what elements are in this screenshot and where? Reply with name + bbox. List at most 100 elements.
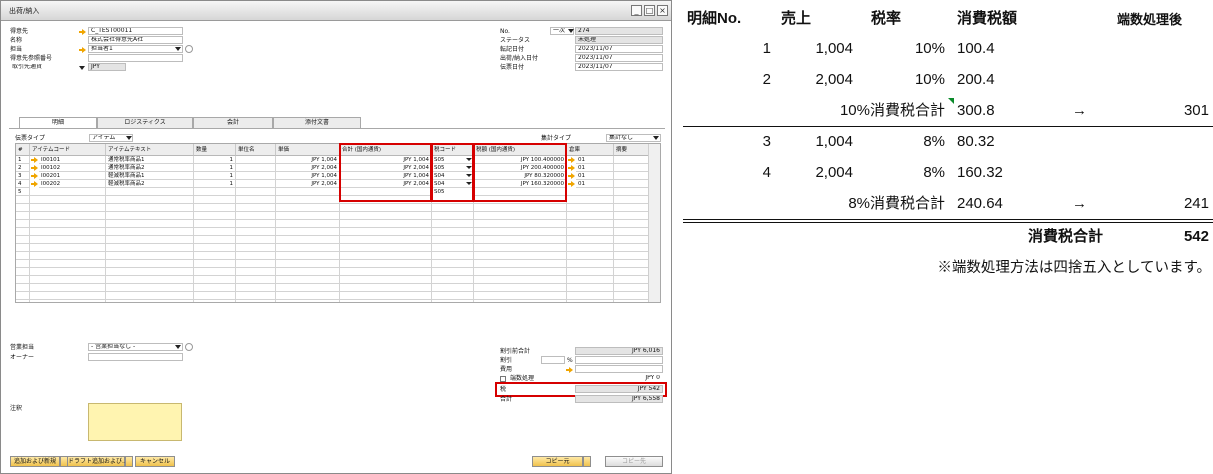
- column-header-quantity[interactable]: 数量: [194, 144, 236, 156]
- link-arrow-icon[interactable]: [31, 157, 38, 163]
- grid-empty-cell[interactable]: [16, 196, 30, 204]
- grid-cell-quantity[interactable]: 1: [194, 172, 236, 180]
- grid-empty-cell[interactable]: [106, 204, 194, 212]
- column-header-unit-price[interactable]: 単価: [276, 144, 340, 156]
- grid-empty-cell[interactable]: [106, 292, 194, 300]
- grid-empty-cell[interactable]: [432, 220, 474, 228]
- grid-empty-cell[interactable]: [30, 252, 106, 260]
- chevron-down-icon[interactable]: [466, 174, 472, 177]
- grid-empty-cell[interactable]: [106, 188, 194, 196]
- grid-empty-cell[interactable]: [474, 244, 567, 252]
- grid-empty-cell[interactable]: [30, 300, 106, 302]
- document-date-field[interactable]: 2023/11/07: [575, 63, 663, 71]
- grid-empty-cell[interactable]: [432, 228, 474, 236]
- grid-empty-cell[interactable]: [474, 236, 567, 244]
- grid-empty-cell[interactable]: [194, 268, 236, 276]
- grid-empty-cell[interactable]: [276, 292, 340, 300]
- grid-empty-cell[interactable]: [106, 212, 194, 220]
- grid-empty-cell[interactable]: [30, 284, 106, 292]
- close-button[interactable]: ×: [657, 5, 668, 16]
- grid-empty-cell[interactable]: [474, 284, 567, 292]
- grid-empty-cell[interactable]: [16, 212, 30, 220]
- minimize-button[interactable]: _: [631, 5, 642, 16]
- link-arrow-icon[interactable]: [31, 181, 38, 187]
- customer-field[interactable]: C_TEST00011: [88, 27, 183, 35]
- link-arrow-icon[interactable]: [568, 157, 575, 163]
- grid-cell-item-text[interactable]: 軽減税率商品1: [106, 172, 194, 180]
- info-icon[interactable]: [185, 45, 193, 53]
- grid-empty-cell[interactable]: [194, 228, 236, 236]
- link-arrow-icon[interactable]: [568, 181, 575, 187]
- grid-empty-cell[interactable]: [236, 260, 276, 268]
- grid-empty-cell[interactable]: [614, 268, 649, 276]
- copy-from-button[interactable]: コピー元: [532, 456, 583, 467]
- grid-empty-cell[interactable]: [236, 292, 276, 300]
- grid-empty-cell[interactable]: [567, 228, 614, 236]
- grid-empty-cell[interactable]: [432, 196, 474, 204]
- grid-empty-cell[interactable]: [567, 284, 614, 292]
- grid-cell-total[interactable]: JPY 1,004: [340, 172, 432, 180]
- grid-empty-cell[interactable]: [474, 268, 567, 276]
- grid-cell-tax-amount[interactable]: JPY 160.320000: [474, 180, 567, 188]
- grid-cell-item-text[interactable]: 軽減税率商品2: [106, 180, 194, 188]
- grid-empty-cell[interactable]: [614, 260, 649, 268]
- grid-empty-cell[interactable]: [30, 268, 106, 276]
- grid-empty-cell[interactable]: [106, 236, 194, 244]
- info-icon[interactable]: [185, 343, 193, 351]
- grid-empty-cell[interactable]: [614, 220, 649, 228]
- grid-empty-cell[interactable]: [106, 228, 194, 236]
- grid-cell-tax-amount[interactable]: JPY 200.400000: [474, 164, 567, 172]
- grid-empty-cell[interactable]: [236, 276, 276, 284]
- link-arrow-icon[interactable]: [31, 165, 38, 171]
- grid-empty-cell[interactable]: [106, 196, 194, 204]
- items-grid[interactable]: # アイテムコード アイテムテキスト 数量 単位名 単価 合計 (国内通貨) 税コード 税額 (…: [15, 143, 661, 303]
- grid-empty-cell[interactable]: [16, 220, 30, 228]
- grid-empty-cell[interactable]: [276, 236, 340, 244]
- grid-cell-row-no[interactable]: 1: [16, 156, 30, 164]
- sales-rep-dropdown[interactable]: - 営業担当なし -: [88, 343, 183, 351]
- grid-empty-cell[interactable]: [276, 244, 340, 252]
- grid-cell-unit[interactable]: [236, 156, 276, 164]
- grid-empty-cell[interactable]: [276, 220, 340, 228]
- grid-cell-unit-price[interactable]: JPY 1,004: [276, 172, 340, 180]
- grid-cell-quantity[interactable]: 1: [194, 180, 236, 188]
- grid-empty-cell[interactable]: [567, 300, 614, 302]
- grid-empty-cell[interactable]: [276, 260, 340, 268]
- column-header-item-code[interactable]: アイテムコード: [30, 144, 106, 156]
- grid-empty-cell[interactable]: [614, 188, 649, 196]
- grid-empty-cell[interactable]: [236, 268, 276, 276]
- grid-empty-cell[interactable]: [194, 204, 236, 212]
- grid-empty-cell[interactable]: [567, 204, 614, 212]
- grid-empty-cell[interactable]: [614, 212, 649, 220]
- grid-empty-cell[interactable]: [236, 244, 276, 252]
- grid-empty-cell[interactable]: [30, 244, 106, 252]
- grid-empty-cell[interactable]: [236, 188, 276, 196]
- grid-empty-cell[interactable]: [567, 292, 614, 300]
- link-arrow-icon[interactable]: [79, 47, 86, 53]
- grid-empty-cell[interactable]: [194, 212, 236, 220]
- link-arrow-icon[interactable]: [31, 173, 38, 179]
- grid-empty-cell[interactable]: [236, 236, 276, 244]
- grid-cell-tax-code[interactable]: S05: [432, 188, 474, 196]
- chevron-down-icon[interactable]: [466, 166, 472, 169]
- restore-button[interactable]: □: [644, 5, 655, 16]
- grid-empty-cell[interactable]: [276, 252, 340, 260]
- chevron-down-icon[interactable]: [126, 136, 132, 140]
- grid-cell-unit[interactable]: [236, 180, 276, 188]
- grid-cell-item-code[interactable]: I00102: [39, 164, 106, 172]
- grid-empty-cell[interactable]: [614, 236, 649, 244]
- grid-empty-cell[interactable]: [340, 204, 432, 212]
- rounding-checkbox[interactable]: [500, 376, 506, 382]
- column-header-unit[interactable]: 単位名: [236, 144, 276, 156]
- grid-empty-cell[interactable]: [30, 212, 106, 220]
- grid-empty-cell[interactable]: [194, 260, 236, 268]
- grid-empty-cell[interactable]: [567, 236, 614, 244]
- grid-empty-cell[interactable]: [340, 276, 432, 284]
- grid-empty-cell[interactable]: [614, 196, 649, 204]
- grid-empty-cell[interactable]: [614, 244, 649, 252]
- grid-empty-cell[interactable]: [340, 260, 432, 268]
- grid-empty-cell[interactable]: [474, 196, 567, 204]
- grid-cell-tax-amount[interactable]: JPY 80.320000: [474, 172, 567, 180]
- grid-cell-unit[interactable]: [236, 172, 276, 180]
- grid-empty-cell[interactable]: [614, 300, 649, 302]
